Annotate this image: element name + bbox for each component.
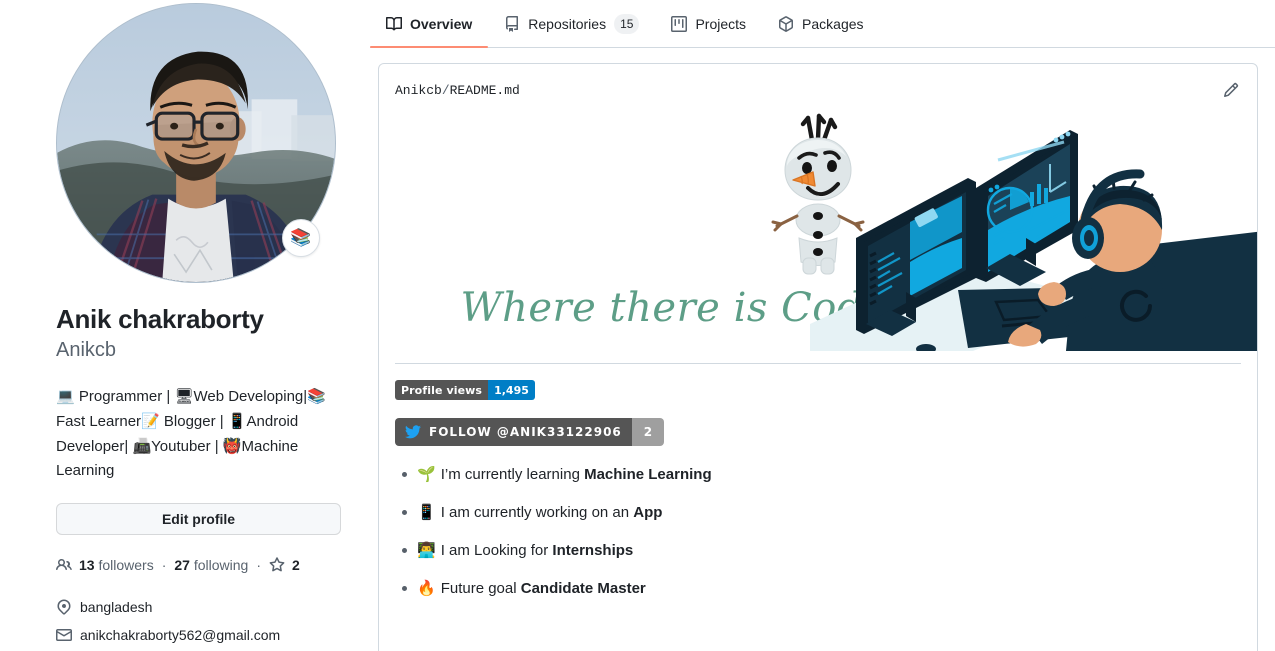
location-pin-icon (56, 599, 72, 615)
twitter-follow-count: 2 (631, 418, 665, 446)
list-item: 👨‍💻 I am Looking for Internships (402, 540, 1241, 561)
book-icon (386, 16, 402, 32)
profile-details: bangladesh anikchakraborty562@gmail.com … (56, 597, 354, 651)
stars-link[interactable]: 2 (292, 557, 300, 573)
twitter-icon (405, 425, 421, 439)
bullet-bold-2: Internships (552, 542, 634, 559)
readme-tagline: Where there is Code, There is Life (460, 285, 1176, 331)
bio-text-1: Web Developing| (193, 387, 308, 405)
fire-icon: 🔥 (417, 579, 436, 597)
books-status-emoji: 📚 (290, 227, 312, 248)
profile-bio: 💻 Programmer | 🖥Web Developing|📚 Fast Lea… (56, 384, 341, 483)
email-link[interactable]: anikchakraborty562@gmail.com (80, 625, 280, 646)
package-icon (778, 15, 794, 32)
breadcrumb-separator: / (441, 82, 450, 98)
breadcrumb: Anikcb/README.md (395, 83, 520, 98)
following-label: following (193, 556, 249, 573)
github-profile-page: 📚 Anik chakraborty Anikcb 💻 Programmer |… (0, 0, 1275, 651)
following-link[interactable]: 27 following (174, 557, 248, 573)
bio-text-0: Programmer | (74, 387, 175, 405)
profile-views-badge[interactable]: Profile views 1,495 (395, 380, 535, 400)
list-item: 🔥 Future goal Candidate Master (402, 578, 1241, 599)
tab-overview[interactable]: Overview (370, 0, 489, 48)
profile-readme-card: Anikcb/README.md Where there is Code, Th… (378, 63, 1258, 651)
bullet-bold-3: Candidate Master (520, 580, 646, 597)
list-item: 📱 I am currently working on an App (402, 502, 1241, 523)
technologist-icon: 👨‍💻 (417, 541, 436, 559)
horizontal-divider (395, 363, 1241, 364)
list-item: 🌱 I’m currently learning Machine Learning (402, 464, 1241, 485)
tab-projects-label: Projects (695, 15, 747, 32)
status-emoji-badge[interactable]: 📚 (282, 219, 320, 257)
profile-social-counts: 13 followers · 27 following · 2 (56, 557, 354, 573)
tab-repositories-label: Repositories (528, 15, 607, 32)
email-row: anikchakraborty562@gmail.com (56, 625, 354, 646)
bullet-text-2: I am Looking for (440, 542, 553, 559)
twitter-follow-label: FOLLOW @ANIK33122906 (429, 425, 622, 439)
bio-text-2: Fast Learner (56, 412, 142, 430)
bullet-bold-0: Machine Learning (584, 466, 712, 483)
bullet-text-1: I am currently working on an (440, 504, 634, 521)
mobile-phone-icon: 📱 (227, 411, 247, 430)
star-icon (269, 556, 285, 573)
tab-projects[interactable]: Projects (655, 0, 762, 47)
people-icon (56, 557, 72, 573)
breadcrumb-file[interactable]: README.md (450, 83, 520, 98)
tab-overview-label: Overview (410, 15, 473, 32)
readme-bullet-list: 🌱 I’m currently learning Machine Learning… (395, 464, 1241, 599)
followers-count: 13 (79, 556, 95, 573)
desktop-icon: 🖥 (174, 386, 194, 405)
readme-body: Where there is Code, There is Life Profi… (379, 110, 1257, 599)
bio-text-3: Blogger | (159, 412, 228, 430)
bullet-bold-1: App (633, 504, 663, 521)
dot-separator-1: · (161, 556, 167, 573)
twitter-follow-badge-row: FOLLOW @ANIK33122906 2 (395, 400, 1241, 446)
tab-packages[interactable]: Packages (762, 0, 879, 47)
project-icon (671, 15, 688, 32)
laptop-icon: 💻 (56, 386, 75, 405)
profile-views-label: Profile views (395, 380, 489, 400)
bullet-text-0: I’m currently learning (440, 466, 585, 483)
edit-profile-button[interactable]: Edit profile (56, 502, 341, 535)
robot-face-icon: 👹 (222, 436, 242, 455)
mobile-phone-icon: 📱 (417, 503, 436, 521)
pencil-icon[interactable] (1221, 80, 1241, 100)
profile-views-badge-row: Profile views 1,495 (395, 380, 1241, 400)
seedling-icon: 🌱 (417, 465, 436, 483)
fax-machine-icon: 📠 (132, 436, 152, 455)
olaf-snowman-illustration (395, 110, 1241, 278)
profile-views-value: 1,495 (488, 380, 535, 400)
following-count: 27 (174, 556, 190, 573)
twitter-badge-label-group: FOLLOW @ANIK33122906 (395, 418, 632, 446)
location-text: bangladesh (80, 598, 153, 615)
books-icon: 📚 (307, 386, 326, 405)
repo-icon (504, 15, 520, 32)
followers-link[interactable]: 13 followers (79, 557, 154, 573)
bullet-text-3: Future goal (440, 580, 521, 597)
profile-tabs: Overview Repositories 15 Projects Packag… (370, 0, 1275, 48)
twitter-follow-badge[interactable]: FOLLOW @ANIK33122906 2 (395, 418, 665, 446)
repositories-count: 15 (614, 13, 640, 34)
tab-repositories[interactable]: Repositories 15 (488, 0, 655, 47)
main-column: Overview Repositories 15 Projects Packag… (370, 0, 1275, 651)
followers-label: followers (98, 556, 154, 573)
avatar-container: 📚 (56, 3, 336, 283)
dot-separator-2: · (256, 556, 262, 573)
profile-sidebar: 📚 Anik chakraborty Anikcb 💻 Programmer |… (0, 0, 370, 651)
mail-icon (56, 627, 72, 643)
bio-text-5: Youtuber | (151, 437, 223, 455)
readme-header: Anikcb/README.md (379, 64, 1257, 100)
location-row: bangladesh (56, 597, 354, 618)
profile-name: Anik chakraborty (56, 304, 264, 334)
tab-packages-label: Packages (802, 15, 864, 32)
breadcrumb-owner[interactable]: Anikcb (395, 83, 442, 98)
memo-icon: 📝 (141, 411, 160, 430)
profile-login: Anikcb (56, 338, 117, 361)
stars-count: 2 (292, 556, 300, 573)
